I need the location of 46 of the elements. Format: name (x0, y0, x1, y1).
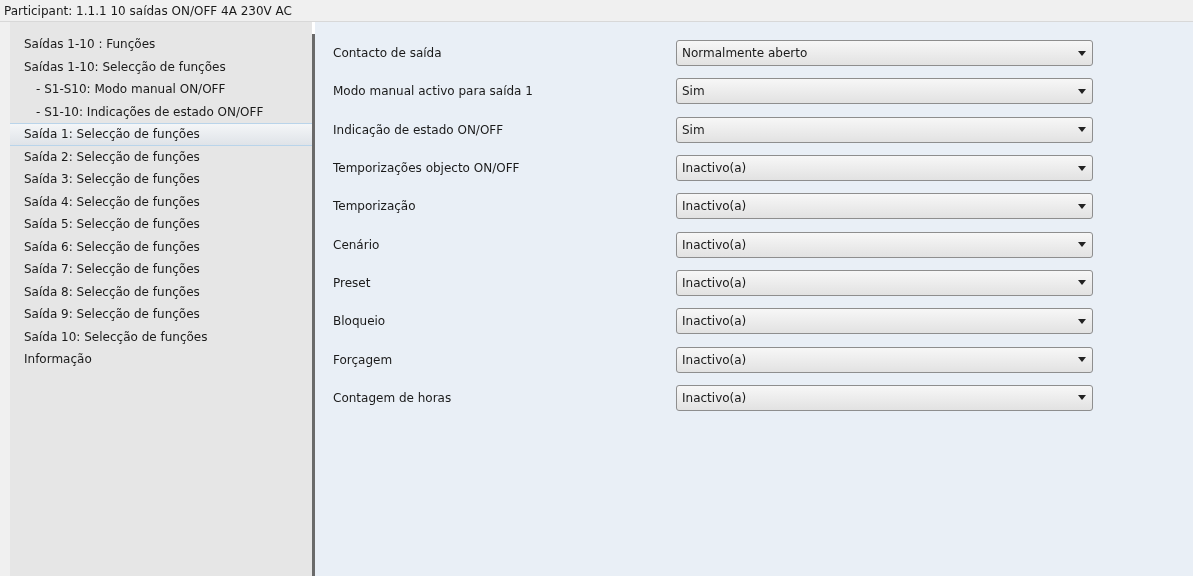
parameter-dropdown[interactable]: Sim (676, 116, 1093, 143)
parameter-dropdown[interactable]: Inactivo(a) (676, 269, 1093, 296)
sidebar-item[interactable]: Saídas 1-10 : Funções (10, 33, 312, 56)
sidebar-item[interactable]: - S1-S10: Modo manual ON/OFF (10, 78, 312, 101)
parameter-dropdown[interactable]: Inactivo(a) (676, 384, 1093, 411)
parameter-label: Indicação de estado ON/OFF (333, 122, 505, 137)
sidebar-item[interactable]: Saída 6: Selecção de funções (10, 235, 312, 258)
caret-icon (1078, 280, 1086, 286)
parameter-label: Modo manual activo para saída 1 (333, 84, 534, 99)
parameter-label: Contagem de horas (333, 390, 453, 405)
caret-icon (1078, 318, 1086, 324)
participant-title: Participant: 1.1.1 10 saídas ON/OFF 4A 230V AC (0, 0, 1193, 22)
sidebar-item[interactable]: Saída 5: Selecção de funções (10, 213, 312, 236)
parameter-dropdown[interactable]: Sim (676, 78, 1093, 105)
sidebar-item[interactable]: Saída 7: Selecção de funções (10, 258, 312, 281)
sidebar-item[interactable]: Saída 8: Selecção de funções (10, 280, 312, 303)
parameter-label: Forçagem (333, 352, 394, 367)
sidebar-item[interactable]: - S1-10: Indicações de estado ON/OFF (10, 100, 312, 123)
caret-icon (1078, 165, 1086, 171)
parameter-dropdown[interactable]: Inactivo(a) (676, 308, 1093, 335)
parameter-label: Bloqueio (333, 314, 387, 329)
parameter-label: Contacto de saída (333, 46, 443, 61)
caret-icon (1078, 242, 1086, 248)
parameter-label: Temporizações objecto ON/OFF (333, 161, 521, 176)
sidebar-item[interactable]: Saída 1: Selecção de funções (10, 123, 312, 146)
parameter-dropdown[interactable]: Inactivo(a) (676, 346, 1093, 373)
caret-icon (1078, 395, 1086, 401)
caret-icon (1078, 50, 1086, 56)
sidebar-item[interactable]: Saída 10: Selecção de funções (10, 325, 312, 348)
caret-icon (1078, 357, 1086, 362)
parameter-label: Temporização (333, 199, 417, 214)
parameter-dropdown[interactable]: Inactivo(a) (676, 155, 1093, 182)
sidebar-item[interactable]: Informação (10, 348, 312, 371)
parameter-label: Cenário (333, 237, 381, 252)
sidebar-item[interactable]: Saída 9: Selecção de funções (10, 303, 312, 326)
parameter-label: Preset (333, 275, 372, 290)
sidebar-item[interactable]: Saída 3: Selecção de funções (10, 168, 312, 191)
sidebar-item[interactable]: Saídas 1-10: Selecção de funções (10, 55, 312, 78)
caret-icon (1078, 203, 1086, 209)
sidebar-item[interactable]: Saída 2: Selecção de funções (10, 145, 312, 168)
caret-icon (1078, 127, 1086, 133)
parameter-dropdown[interactable]: Inactivo(a) (676, 231, 1093, 258)
caret-icon (1078, 88, 1086, 94)
sidebar-item[interactable]: Saída 4: Selecção de funções (10, 190, 312, 213)
parameter-dropdown[interactable]: Inactivo(a) (676, 193, 1093, 220)
parameter-dropdown[interactable]: Normalmente aberto (676, 40, 1093, 67)
